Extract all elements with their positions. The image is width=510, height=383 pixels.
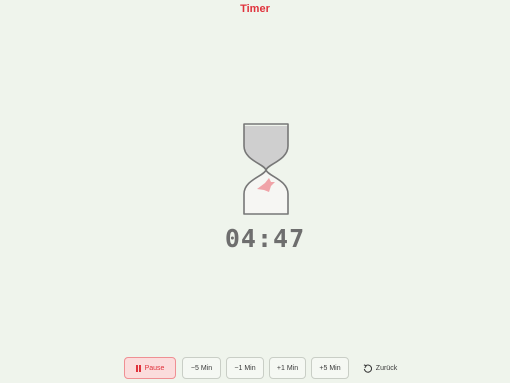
- back-button[interactable]: Zurück: [355, 357, 405, 379]
- page-title: Timer: [240, 3, 270, 15]
- controls-bar: Pause −5 Min −1 Min +1 Min +5 Min Zurück: [0, 357, 510, 381]
- minus-1-min-button[interactable]: −1 Min: [226, 357, 264, 379]
- minus-5-min-button[interactable]: −5 Min: [182, 357, 221, 379]
- minus-5-min-label: −5 Min: [190, 364, 213, 372]
- timer-display: 04:47: [224, 224, 306, 253]
- pause-button[interactable]: Pause: [124, 357, 176, 379]
- plus-5-min-button[interactable]: +5 Min: [311, 357, 349, 379]
- plus-1-min-label: +1 Min: [276, 364, 299, 372]
- undo-icon: [363, 363, 372, 373]
- plus-1-min-button[interactable]: +1 Min: [269, 357, 306, 379]
- pause-icon: [135, 364, 141, 372]
- plus-5-min-label: +5 Min: [319, 364, 341, 372]
- hourglass-icon: [238, 120, 294, 216]
- minus-1-min-label: −1 Min: [234, 364, 256, 372]
- back-label: Zurück: [375, 364, 398, 372]
- pause-label: Pause: [144, 364, 165, 372]
